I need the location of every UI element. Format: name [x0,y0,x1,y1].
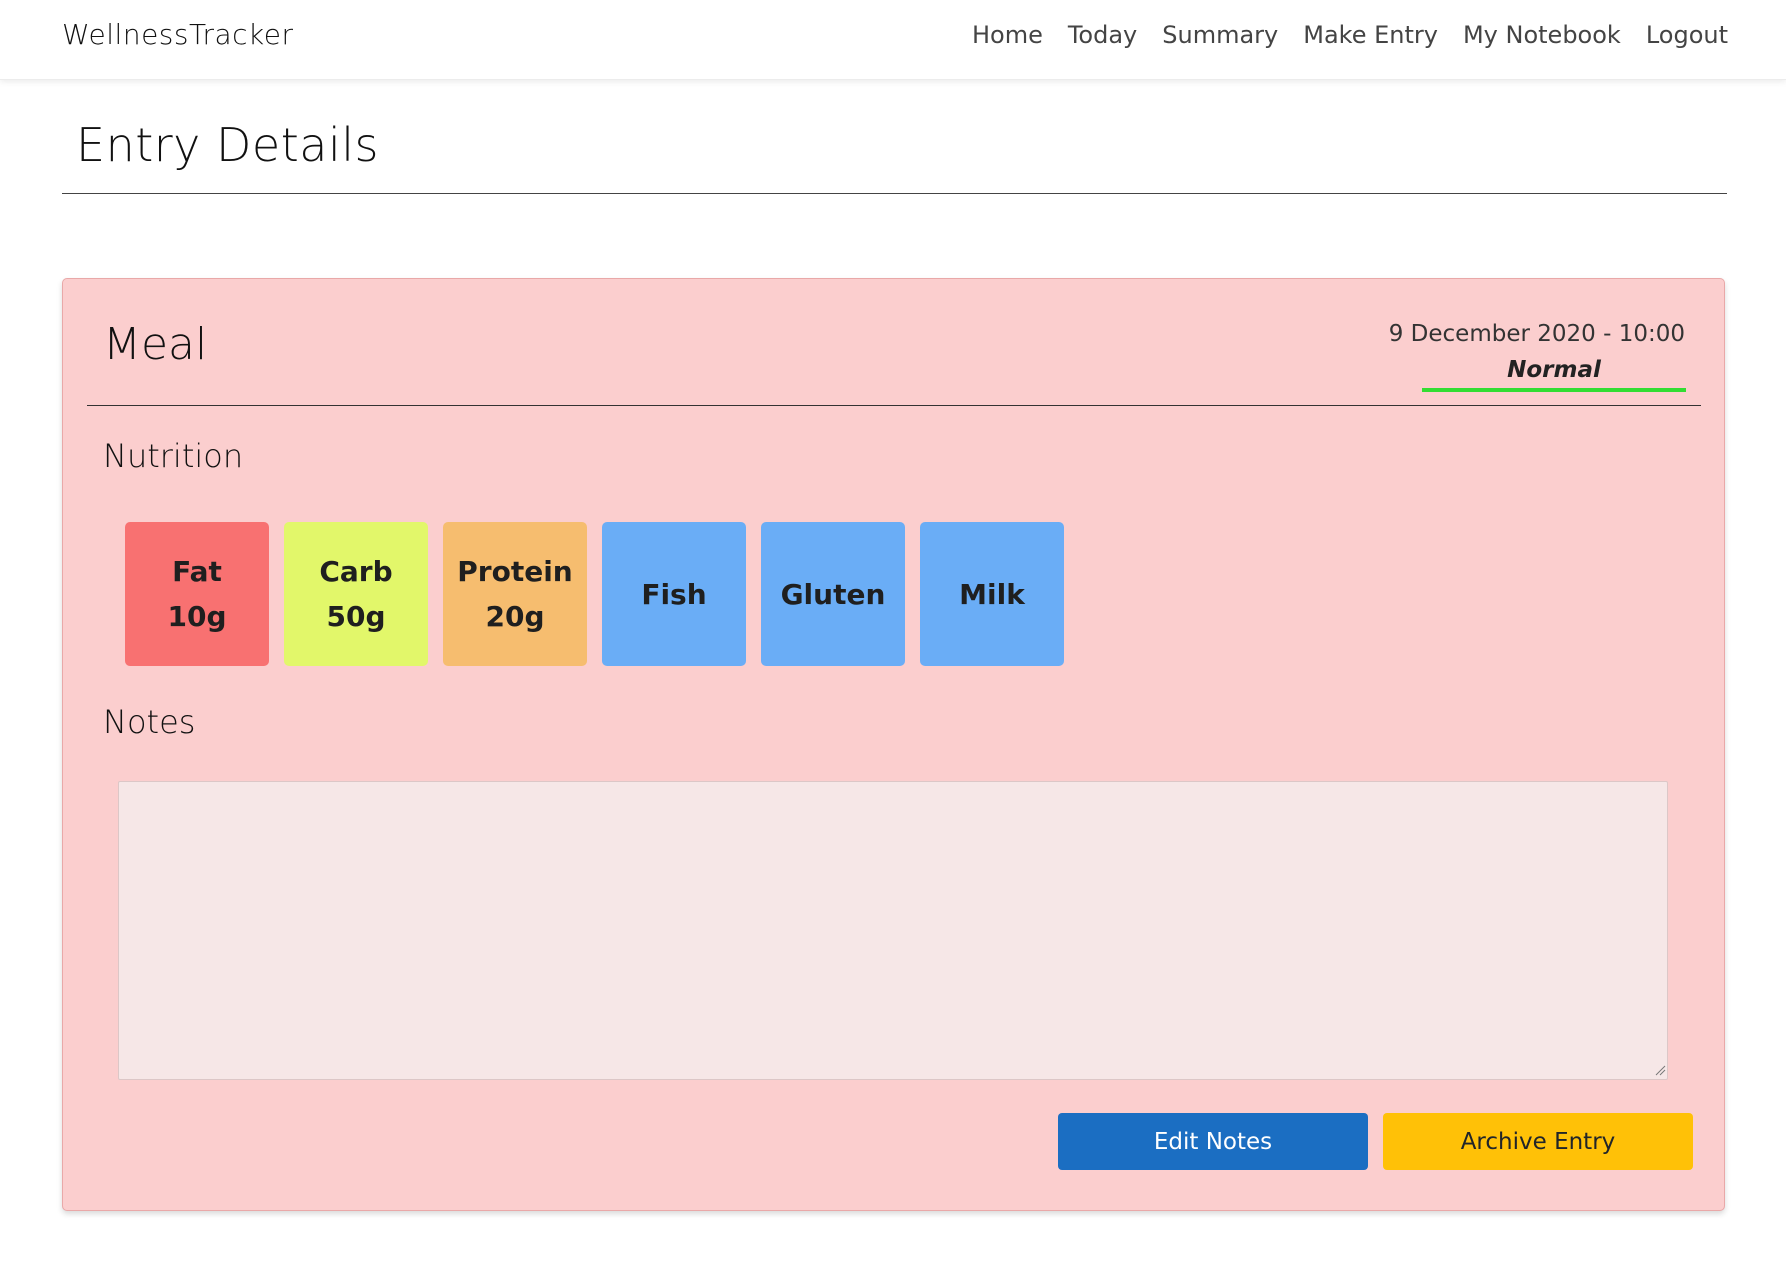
entry-datetime: 9 December 2020 - 10:00 [1388,321,1685,347]
archive-entry-button[interactable]: Archive Entry [1383,1113,1693,1170]
tile-name: Fat [172,555,222,588]
nav-item-summary[interactable]: Summary [1162,21,1278,49]
tile-name: Fish [641,577,707,611]
brand-logo[interactable]: WellnessTracker [62,18,294,51]
nutrition-tile-fish: Fish [602,522,746,666]
entry-card: Meal 9 December 2020 - 10:00 Normal Nutr… [62,278,1725,1211]
nav-links: Home Today Summary Make Entry My Noteboo… [972,21,1728,49]
resize-handle-icon[interactable] [1654,1064,1666,1076]
nutrition-tiles: Fat 10g Carb 50g Protein 20g Fish Gluten… [125,522,1064,666]
tile-name: Gluten [780,577,886,611]
nutrition-tile-gluten: Gluten [761,522,905,666]
nav-item-my-notebook[interactable]: My Notebook [1463,21,1621,49]
tile-amount: 50g [326,600,386,633]
nutrition-tile-fat: Fat 10g [125,522,269,666]
tile-name: Protein [457,555,573,588]
nutrition-tile-protein: Protein 20g [443,522,587,666]
notes-textarea[interactable] [118,781,1668,1080]
title-divider [62,193,1727,194]
nav-item-logout[interactable]: Logout [1646,21,1728,49]
nutrition-heading: Nutrition [103,437,244,475]
nutrition-tile-carb: Carb 50g [284,522,428,666]
entry-type-title: Meal [103,319,208,370]
card-divider [87,405,1701,406]
entry-status-label: Normal [1422,357,1686,392]
top-navbar: WellnessTracker Home Today Summary Make … [0,0,1786,80]
nav-item-today[interactable]: Today [1068,21,1137,49]
nav-item-home[interactable]: Home [972,21,1043,49]
nutrition-tile-milk: Milk [920,522,1064,666]
page-title: Entry Details [76,118,379,172]
edit-notes-button[interactable]: Edit Notes [1058,1113,1368,1170]
tile-name: Milk [959,577,1025,611]
tile-amount: 20g [485,600,545,633]
notes-heading: Notes [103,703,196,741]
tile-amount: 10g [167,600,227,633]
tile-name: Carb [319,555,393,588]
nav-item-make-entry[interactable]: Make Entry [1303,21,1438,49]
